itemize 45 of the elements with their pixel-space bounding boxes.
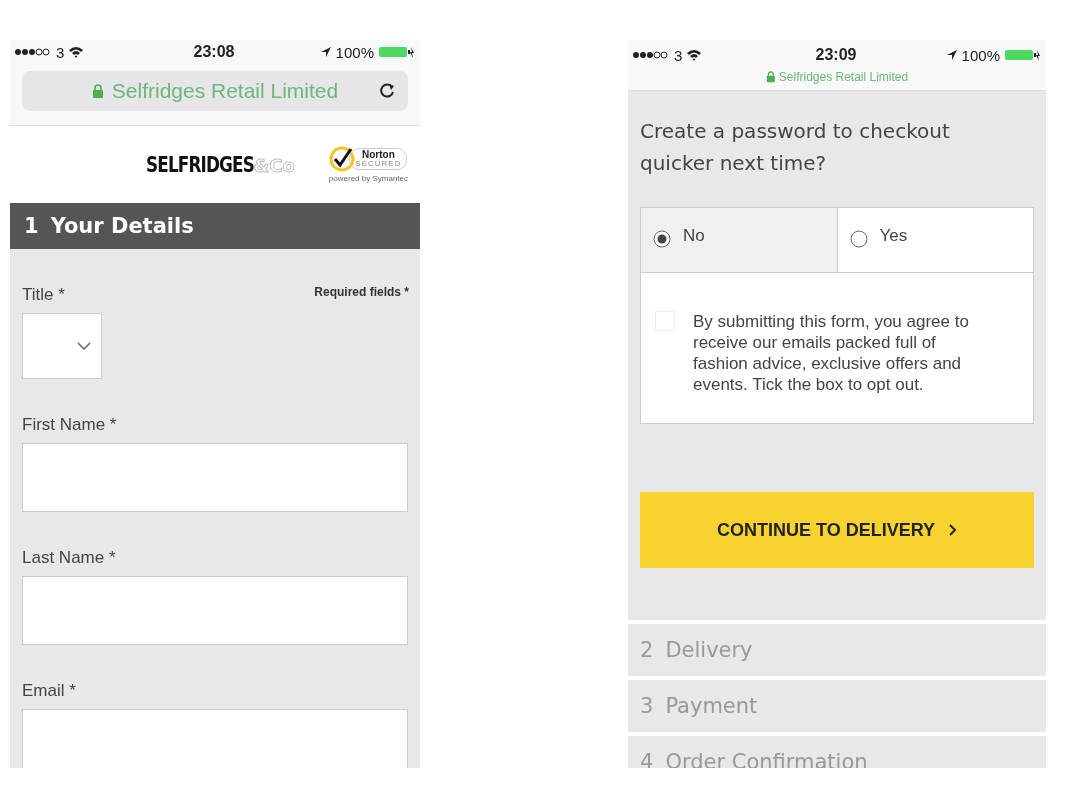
brand-logo: SELFRIDGES&Co: [144, 151, 295, 177]
signal-icon: [632, 50, 670, 60]
signal-icon: [14, 47, 52, 58]
location-arrow-icon: [319, 46, 332, 59]
field-label: Last Name *: [22, 548, 116, 568]
section-number: 1: [24, 213, 39, 238]
wifi-icon: [68, 46, 85, 59]
carrier-name: 3: [674, 46, 683, 64]
input-field[interactable]: [22, 443, 408, 512]
section-title: Your Details: [50, 213, 194, 238]
field-label: Title *: [22, 285, 65, 305]
radio-option[interactable]: No: [641, 208, 838, 272]
lock-icon: [91, 83, 104, 98]
consent-text: By submitting this form, you agree to receive our emails packed full of fashion advice, exclusive offers and events. Tick the box to opt out.: [693, 311, 970, 395]
battery-percent: 100%: [335, 43, 374, 61]
location-arrow-icon: [945, 49, 958, 61]
reload-icon: [378, 81, 396, 100]
battery-icon: [1004, 48, 1040, 62]
title-dropdown[interactable]: [22, 313, 102, 379]
radio-icon: [849, 230, 868, 248]
badge-label: Norton SECURED: [349, 147, 408, 170]
field-label: Email *: [22, 681, 76, 701]
step-row[interactable]: 3 Payment: [628, 680, 1046, 732]
battery-percent: 100%: [961, 46, 1000, 64]
site-name: Selfridges Retail Limited: [778, 70, 909, 84]
checkmark-seal-icon: [329, 145, 356, 172]
input-field[interactable]: [22, 576, 408, 645]
status-time: 23:08: [193, 43, 235, 62]
question-text: Create a password to checkout quicker next time?: [640, 118, 951, 177]
carrier-name: 3: [56, 43, 65, 61]
required-note: Required fields *: [314, 285, 409, 299]
field-label: First Name *: [22, 415, 117, 435]
chevron-down-icon: [77, 342, 91, 350]
continue-button[interactable]: CONTINUE TO DELIVERY: [640, 492, 1034, 568]
site-name: Selfridges Retail Limited: [111, 78, 339, 103]
lock-icon: [765, 71, 775, 83]
radio-selected-icon: [653, 230, 671, 248]
address-bar[interactable]: Selfridges Retail Limited: [22, 70, 408, 111]
wifi-icon: [686, 49, 703, 61]
input-field[interactable]: [22, 709, 408, 768]
badge-footer: powered by Symantec: [328, 173, 408, 183]
step-row[interactable]: 2 Delivery: [628, 624, 1046, 676]
status-time: 23:09: [815, 46, 857, 64]
battery-icon: [378, 45, 414, 60]
chevron-right-icon: [949, 524, 957, 536]
